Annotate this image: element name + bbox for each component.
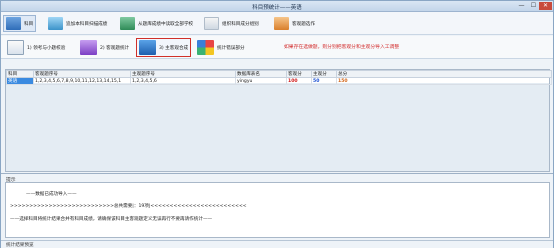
cell-table[interactable]: yingyu [235, 77, 287, 85]
step-label: 1) 领考与小题校验 [27, 45, 66, 51]
toolbar-label: 从题库成绩中读取全部学校 [138, 21, 194, 27]
minimize-button[interactable]: — [516, 2, 527, 10]
calendar-icon [7, 40, 24, 55]
app-window: 科目预统计——英语 — ☐ ✕ 科目 追加本科目扫描成绩 从题库成绩中读取全部学… [0, 0, 554, 248]
monitor-icon [80, 40, 97, 55]
error-stats-button[interactable]: 统计错误部分 [194, 38, 248, 57]
toolbar-label: 组织科目成分组别 [222, 21, 259, 27]
toolbar-subject-button[interactable]: 科目 [3, 15, 37, 32]
colors-icon [197, 40, 214, 55]
close-button[interactable]: ✕ [539, 2, 552, 10]
step3-button[interactable]: 3) 主客观合成 [136, 38, 192, 57]
status-bar: 统计结果预览 [1, 240, 553, 248]
toolbar-label: 科目 [24, 21, 34, 27]
optional-question-note: 如果存在选做题，则分别把客观分和主观分导入工调整 [284, 45, 400, 50]
col-header-subjective[interactable]: 主观题序号 [130, 70, 236, 78]
col-header-total[interactable]: 总分 [336, 70, 552, 78]
grid-header-row: 科目 客观题序号 主观题序号 数据库表名 客观分 主观分 总分 [6, 70, 552, 78]
cell-obj-score[interactable]: 100 [286, 77, 312, 85]
col-header-subject[interactable]: 科目 [6, 70, 34, 78]
log-line: ——选择科目将统计结果合并有科目成绩，请确保该科目主客观题定义无误再行不要再请作… [10, 217, 213, 222]
col-header-objective[interactable]: 客观题序号 [33, 70, 131, 78]
plus-doc-icon [48, 17, 63, 30]
col-header-obj-score[interactable]: 客观分 [286, 70, 312, 78]
splitter[interactable] [1, 173, 553, 174]
col-header-sub-score[interactable]: 主观分 [311, 70, 337, 78]
subject-grid: 科目 客观题序号 主观题序号 数据库表名 客观分 主观分 总分 英语 1,2,3… [5, 69, 552, 172]
step-label: 2) 客观题统计 [100, 45, 130, 51]
toolbar-read-schools-button[interactable]: 从题库成绩中读取全部学校 [117, 15, 196, 32]
log-line: >>>>>>>>>>>>>>>>>>>>>>>>>>>总共需要|：19项|<<<… [10, 204, 247, 209]
toolbar-label: 追加本科目扫描成绩 [66, 21, 108, 27]
log-line: ——数据已成功导入—— [26, 192, 77, 197]
table-row[interactable]: 英语 1,2,3,4,5,6,7,8,9,10,11,12,13,14,15,1… [6, 77, 552, 85]
cell-sub-score[interactable]: 50 [311, 77, 337, 85]
top-toolbar: 科目 追加本科目扫描成绩 从题库成绩中读取全部学校 组织科目成分组别 客观题选作 [1, 12, 553, 35]
log-box[interactable]: ——数据已成功导入—— >>>>>>>>>>>>>>>>>>>>>>>>>>>总… [5, 182, 550, 238]
step1-button[interactable]: 1) 领考与小题校验 [4, 38, 68, 57]
cell-subject[interactable]: 英语 [6, 77, 34, 85]
cell-total[interactable]: 150 [336, 77, 552, 85]
grid-empty-area [6, 83, 549, 171]
step-label: 3) 主客观合成 [159, 45, 189, 51]
title-bar: 科目预统计——英语 — ☐ ✕ [1, 1, 553, 12]
maximize-button[interactable]: ☐ [528, 2, 539, 10]
toolbar-append-scores-button[interactable]: 追加本科目扫描成绩 [45, 15, 110, 32]
col-header-table[interactable]: 数据库表名 [235, 70, 287, 78]
status-text: 统计结果预览 [6, 243, 34, 248]
cell-objective[interactable]: 1,2,3,4,5,6,7,8,9,10,11,12,13,14,15,1 [33, 77, 131, 85]
step2-button[interactable]: 2) 客观题统计 [77, 38, 132, 57]
cell-subjective[interactable]: 1,2,3,4,5,6 [130, 77, 236, 85]
toolbar-group-button[interactable]: 组织科目成分组别 [201, 15, 262, 32]
grid-icon [6, 17, 21, 30]
step-toolbar: 1) 领考与小题校验 2) 客观题统计 3) 主客观合成 统计错误部分 [1, 36, 553, 59]
toolbar-optional-button[interactable]: 客观题选作 [271, 15, 318, 32]
toolbar-label: 客观题选作 [292, 21, 315, 27]
window-title: 科目预统计——英语 [252, 5, 302, 11]
person-icon [274, 17, 289, 30]
tree-icon [120, 17, 135, 30]
merge-icon [139, 40, 156, 55]
window-icon [204, 17, 219, 30]
step-label: 统计错误部分 [217, 45, 245, 51]
